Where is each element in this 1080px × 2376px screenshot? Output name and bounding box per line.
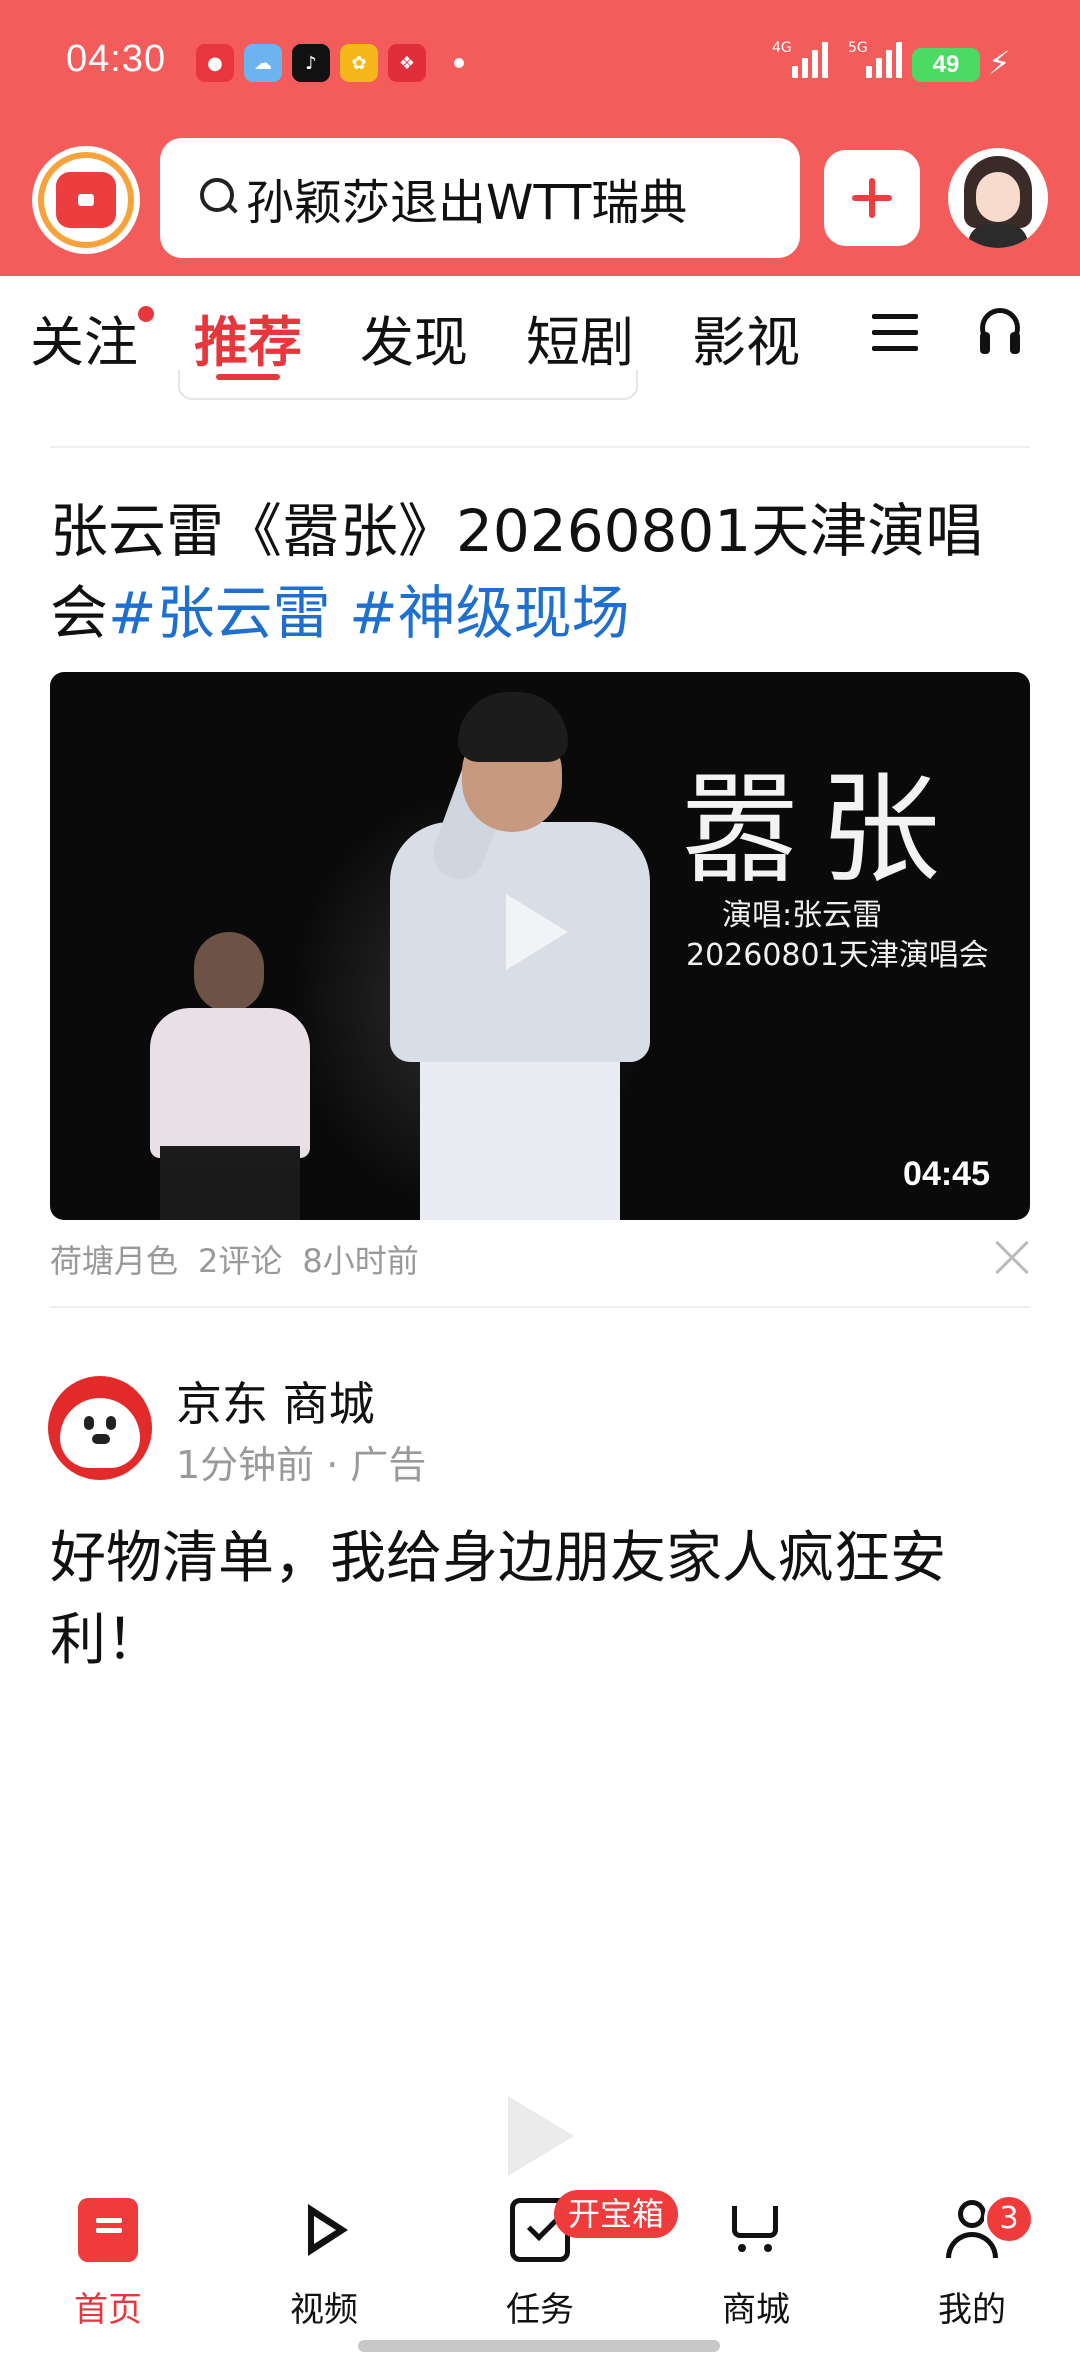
battery-icon: 49 <box>912 48 980 82</box>
signal-label-4g: 4G <box>772 40 792 56</box>
battery-level: 49 <box>912 48 980 82</box>
ad-account-name[interactable]: 京东 商城 <box>176 1368 375 1434</box>
cart-icon <box>726 2198 786 2262</box>
nav-home-label: 首页 <box>74 2290 142 2330</box>
video-duration: 04:45 <box>903 1155 990 1193</box>
search-icon <box>190 168 250 228</box>
avatar-face <box>976 172 1020 222</box>
weather-icon: ☁ <box>244 44 282 82</box>
article-time: 8小时前 <box>302 1242 419 1280</box>
user-avatar[interactable] <box>948 148 1048 248</box>
more-dot-icon <box>454 58 464 68</box>
tab-recommend[interactable]: 推荐 <box>194 298 302 377</box>
play-icon[interactable] <box>506 894 568 970</box>
article-comments[interactable]: 2评论 <box>198 1236 282 1282</box>
ad-text[interactable]: 好物清单，我给身边朋友家人疯狂安利！ <box>50 1518 1040 1682</box>
article-source[interactable]: 荷塘月色 <box>50 1236 178 1282</box>
tab-short-drama[interactable]: 短剧 <box>526 298 634 377</box>
signal-bars-5g-icon <box>866 40 902 78</box>
menu-icon[interactable] <box>872 312 918 352</box>
status-time: 04:30 <box>66 38 167 80</box>
headphone-icon[interactable] <box>976 308 1028 358</box>
dancer-figure <box>120 932 340 1220</box>
video-overlay-singer: 演唱:张云雷 <box>722 898 883 933</box>
nav-mall-label: 商城 <box>722 2290 790 2330</box>
tab-discover[interactable]: 发现 <box>360 298 468 377</box>
profile-count-badge: 3 <box>984 2194 1034 2244</box>
nav-home[interactable]: 首页 <box>28 2198 188 2338</box>
video-thumbnail[interactable]: 嚣张 演唱:张云雷 20260801天津演唱会 04:45 <box>50 672 1030 1220</box>
jd-logo-avatar[interactable] <box>48 1376 152 1480</box>
nav-mall[interactable]: 商城 <box>676 2198 836 2338</box>
nav-video-label: 视频 <box>290 2290 358 2330</box>
floating-play-icon[interactable] <box>492 2086 578 2182</box>
status-bar: 04:30 ● ☁ ♪ ✿ ❖ 4G 5G 49 ⚡ <box>0 0 1080 130</box>
signal-bars-icon <box>792 40 828 78</box>
home-indicator[interactable] <box>358 2340 720 2352</box>
charging-icon: ⚡ <box>988 44 1011 82</box>
ad-time-label: 1分钟前 · 广告 <box>176 1443 427 1487</box>
dismiss-icon[interactable] <box>992 1238 1032 1278</box>
pinduoduo-icon: ❖ <box>388 44 426 82</box>
red-app-icon: ● <box>196 44 234 82</box>
nav-video[interactable]: 视频 <box>244 2198 404 2338</box>
tab-follow-dot <box>138 306 154 322</box>
search-bar[interactable]: 孙颖莎退出WTT瑞典 <box>160 138 800 258</box>
tab-movies[interactable]: 影视 <box>692 298 800 377</box>
tab-follow[interactable]: 关注 <box>30 298 138 377</box>
article-tag-2[interactable]: #神级现场 <box>349 579 630 647</box>
video-overlay-event: 20260801天津演唱会 <box>686 938 989 973</box>
nav-profile-label: 我的 <box>938 2290 1006 2330</box>
top-header: 04:30 ● ☁ ♪ ✿ ❖ 4G 5G 49 ⚡ 孙颖莎退出WTT瑞典 <box>0 0 1080 276</box>
avatar-body <box>968 224 1028 248</box>
notification-icons: ● ☁ ♪ ✿ ❖ <box>196 44 464 82</box>
tiktok-icon: ♪ <box>292 44 330 82</box>
divider <box>50 1306 1030 1308</box>
video-overlay-title: 嚣张 <box>680 761 960 900</box>
previous-card-edge <box>178 370 638 400</box>
video-icon <box>294 2198 354 2262</box>
app-logo[interactable] <box>32 146 140 254</box>
yellow-app-icon: ✿ <box>340 44 378 82</box>
treasure-box-badge[interactable]: 开宝箱 <box>554 2190 679 2238</box>
article-tag-1[interactable]: #张云雷 <box>108 579 331 647</box>
logo-envelope-icon <box>56 172 116 228</box>
add-button[interactable] <box>824 150 920 246</box>
article-title[interactable]: 张云雷《嚣张》20260801天津演唱会#张云雷 #神级现场 <box>50 490 1040 654</box>
search-text: 孙颖莎退出WTT瑞典 <box>246 175 688 231</box>
signal-label-5g: 5G <box>848 40 868 56</box>
home-icon <box>78 2198 138 2262</box>
nav-task-label: 任务 <box>506 2290 574 2330</box>
article-meta: 荷塘月色 2评论 8小时前 <box>50 1236 419 1282</box>
divider <box>50 446 1030 448</box>
